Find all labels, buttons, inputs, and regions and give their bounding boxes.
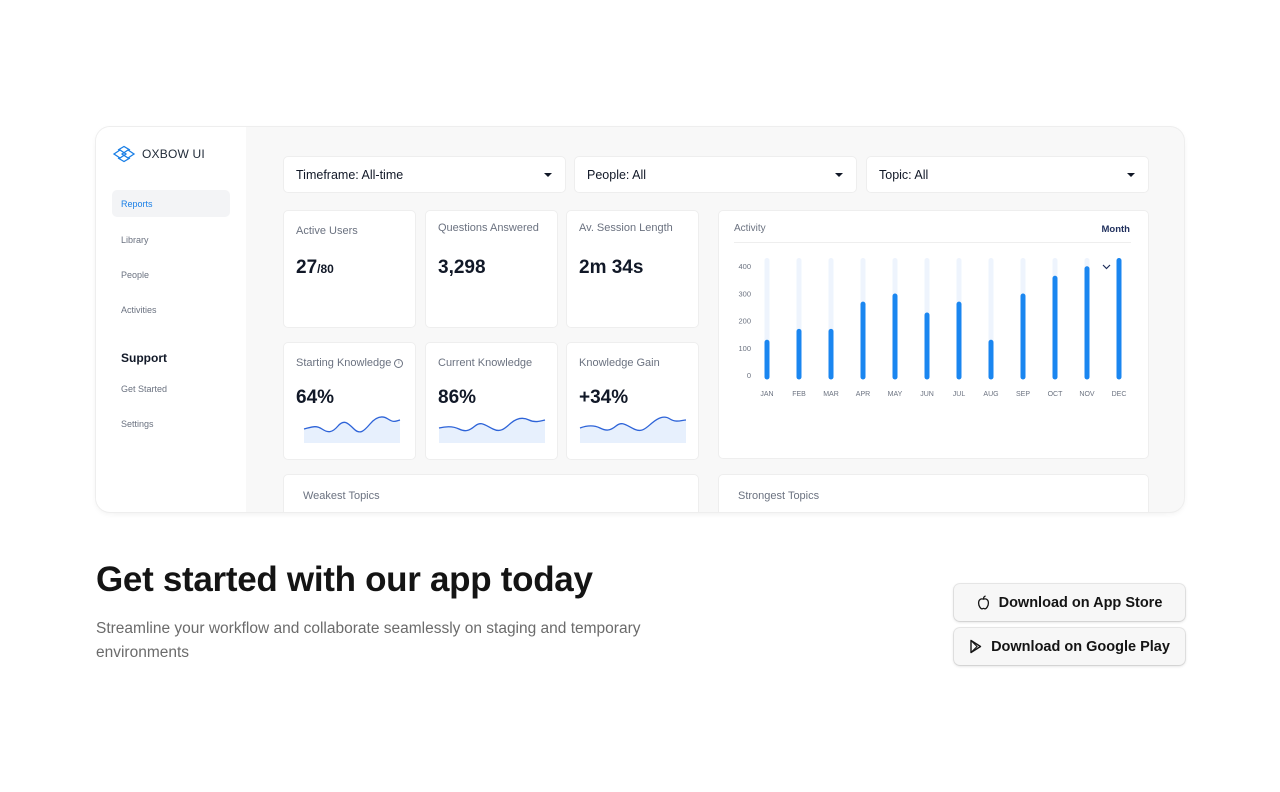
- activity-bar-chart: 400 300 200 100 0 JAN FEB MAR APR MAY JUN JUL AUG SEP…: [738, 258, 1127, 398]
- card-value: 64%: [296, 387, 335, 408]
- x-tick-label: OCT: [1048, 391, 1064, 398]
- sparkline: [303, 416, 401, 443]
- x-tick-label: AUG: [983, 391, 998, 398]
- brand-name: OXBOW UI: [142, 147, 205, 161]
- card-label: Current Knowledge: [438, 357, 533, 369]
- sidebar-item-people[interactable]: People: [112, 261, 230, 288]
- timeframe-dropdown-label: Timeframe: All-time: [296, 167, 404, 182]
- x-tick-label: JAN: [760, 391, 773, 398]
- knowledge-gain-card: Knowledge Gain +34%: [566, 342, 699, 460]
- caret-down-icon: [1127, 173, 1135, 177]
- card-label: Av. Session Length: [579, 222, 673, 234]
- card-label: Knowledge Gain: [579, 357, 660, 369]
- people-dropdown-label: People: All: [587, 167, 647, 182]
- app-store-button[interactable]: Download on App Store: [954, 584, 1185, 621]
- sparkline: [579, 416, 687, 443]
- card-label: Starting Knowledge i: [296, 357, 404, 369]
- divider: [734, 242, 1131, 243]
- cta-subtext: Streamline your workflow and collaborate…: [96, 620, 641, 661]
- google-play-button[interactable]: Download on Google Play: [954, 628, 1185, 665]
- caret-down-icon: [544, 173, 552, 177]
- strongest-topics-title: Strongest Topics: [738, 490, 820, 502]
- play-icon: [970, 639, 982, 654]
- y-tick-label: 300: [738, 289, 751, 298]
- support-heading: Support: [121, 351, 167, 365]
- dashboard-preview: OXBOW UI Reports Library People Activiti…: [96, 127, 1184, 512]
- x-tick-label: DEC: [1112, 391, 1127, 398]
- current-knowledge-card: Current Knowledge 86%: [425, 342, 558, 460]
- card-value: +34%: [579, 387, 629, 408]
- apple-icon: [977, 595, 989, 610]
- x-tick-label: MAY: [888, 391, 903, 398]
- info-icon[interactable]: i: [394, 358, 404, 368]
- sidebar-item-library[interactable]: Library: [112, 226, 230, 253]
- session-length-card: Av. Session Length 2m 34s: [566, 210, 699, 328]
- x-tick-label: JUN: [920, 391, 934, 398]
- x-tick-label: FEB: [792, 391, 806, 398]
- card-value: 27/80: [296, 257, 334, 279]
- weakest-topics-title: Weakest Topics: [303, 490, 380, 502]
- timeframe-dropdown[interactable]: Timeframe: All-time: [283, 156, 566, 193]
- people-dropdown[interactable]: People: All: [574, 156, 857, 193]
- card-label: Active Users: [296, 225, 358, 237]
- card-label: Questions Answered: [438, 222, 539, 234]
- x-tick-label: APR: [856, 391, 870, 398]
- starting-knowledge-label: Starting Knowledge: [296, 357, 392, 369]
- y-tick-label: 0: [747, 371, 751, 380]
- x-tick-label: JUL: [953, 391, 966, 398]
- topic-dropdown-label: Topic: All: [879, 167, 929, 182]
- caret-down-icon: [835, 173, 843, 177]
- sidebar-item-reports[interactable]: Reports: [112, 190, 230, 217]
- period-select[interactable]: Month: [1101, 224, 1131, 270]
- weakest-topics-card: Weakest Topics: [283, 474, 699, 512]
- sidebar-item-settings[interactable]: Settings: [112, 410, 230, 437]
- y-tick-label: 400: [738, 262, 751, 271]
- y-tick-label: 100: [738, 344, 751, 353]
- brand[interactable]: OXBOW UI: [112, 145, 205, 163]
- activity-title: Activity: [734, 223, 766, 234]
- strongest-topics-card: Strongest Topics: [718, 474, 1149, 512]
- card-value: 3,298: [438, 257, 486, 278]
- google-play-button-label: Download on Google Play: [991, 638, 1170, 655]
- active-users-card: Active Users 27/80: [283, 210, 416, 328]
- topic-dropdown[interactable]: Topic: All: [866, 156, 1149, 193]
- period-select-label: Month: [1101, 224, 1131, 235]
- x-tick-label: SEP: [1016, 391, 1030, 398]
- card-value: 86%: [438, 387, 477, 408]
- oxbow-logo-icon: [112, 145, 136, 163]
- x-tick-label: MAR: [823, 391, 839, 398]
- app-store-button-label: Download on App Store: [998, 594, 1163, 611]
- sparkline: [438, 417, 546, 443]
- active-users-count: 27: [296, 257, 318, 278]
- questions-answered-card: Questions Answered 3,298: [425, 210, 558, 328]
- card-value: 2m 34s: [579, 257, 644, 278]
- y-tick-label: 200: [738, 317, 751, 326]
- cta-headline: Get started with our app today: [96, 560, 593, 599]
- x-tick-label: NOV: [1079, 391, 1095, 398]
- sidebar-item-activities[interactable]: Activities: [112, 296, 230, 323]
- starting-knowledge-card: Starting Knowledge i 64%: [283, 342, 416, 460]
- activity-card: Activity Month 400 300 200 100 0 JAN FEB MAR APR…: [718, 210, 1149, 459]
- active-users-total: /80: [317, 262, 334, 276]
- sidebar: OXBOW UI Reports Library People Activiti…: [96, 127, 246, 512]
- sidebar-item-get-started[interactable]: Get Started: [112, 375, 230, 402]
